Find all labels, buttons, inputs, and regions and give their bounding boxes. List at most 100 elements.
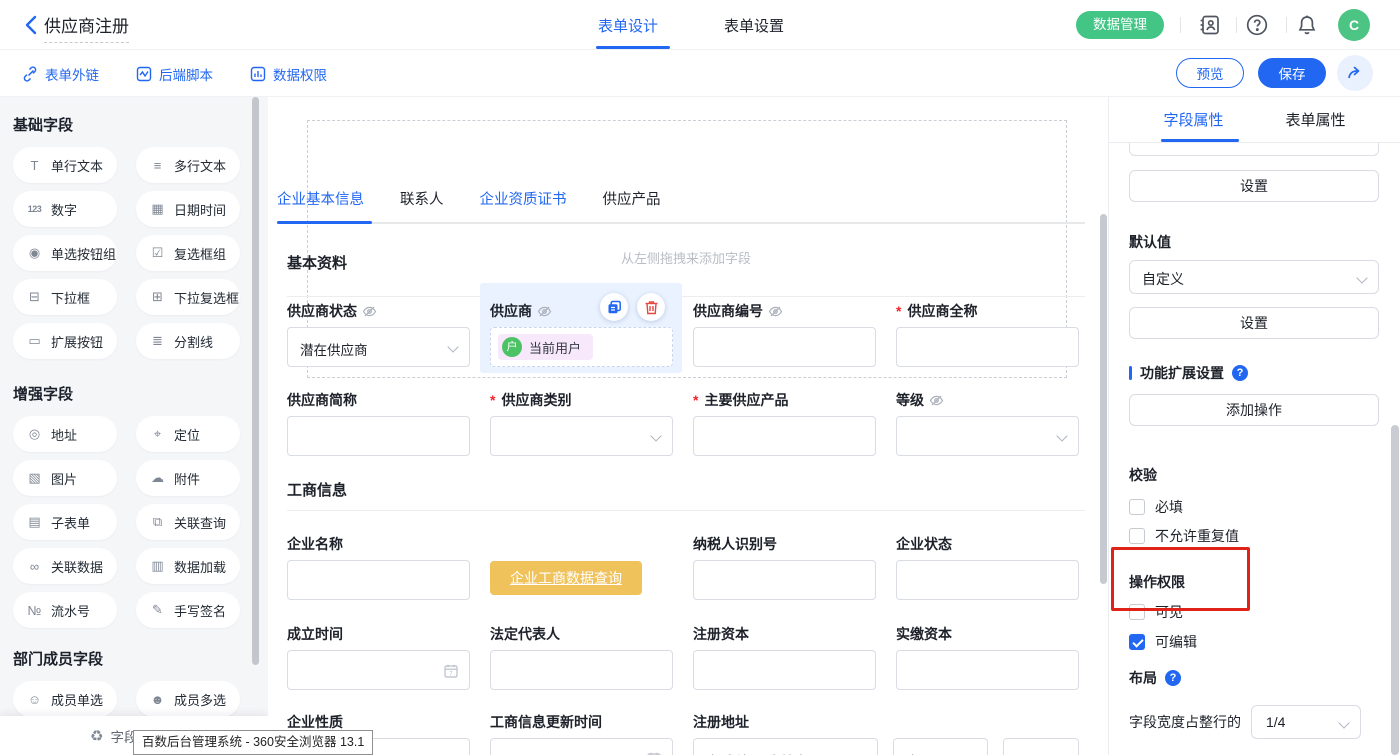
- legal-representative-input[interactable]: [490, 650, 673, 690]
- registered-capital-input[interactable]: [693, 650, 876, 690]
- tab-form-design[interactable]: 表单设计: [598, 15, 658, 36]
- checkbox-icon[interactable]: [1129, 499, 1145, 515]
- field-item-subform[interactable]: ▤子表单: [13, 504, 117, 540]
- field-item-divider[interactable]: ≣分割线: [136, 323, 240, 359]
- field-item-extend-button[interactable]: ▭扩展按钮: [13, 323, 117, 359]
- field-item-locate[interactable]: ⌖定位: [136, 416, 240, 452]
- field-item-address[interactable]: ◎地址: [13, 416, 117, 452]
- sidebar-scrollbar[interactable]: [252, 97, 259, 665]
- form-external-link[interactable]: 表单外链: [22, 64, 99, 84]
- field-item-data-load[interactable]: ▥数据加载: [136, 548, 240, 584]
- company-status-input[interactable]: [896, 560, 1079, 600]
- field-item-checkbox-group[interactable]: ☑复选框组: [136, 235, 240, 271]
- checkbox-visible[interactable]: 可见: [1129, 604, 1379, 620]
- checkbox-checked-icon[interactable]: [1129, 634, 1145, 650]
- save-button[interactable]: 保存: [1258, 58, 1326, 88]
- default-value-select[interactable]: 自定义: [1129, 260, 1379, 294]
- checkbox-icon[interactable]: [1129, 604, 1145, 620]
- supplier-fullname-input[interactable]: [896, 327, 1079, 367]
- field-item-dropdown-multi[interactable]: ⊞下拉复选框: [136, 279, 240, 315]
- field-registered-capital[interactable]: 注册资本: [693, 627, 876, 690]
- help-icon[interactable]: ?: [1232, 365, 1248, 381]
- field-founding-date[interactable]: 成立时间 7: [287, 627, 470, 690]
- field-item-member-multi[interactable]: ☻成员多选: [136, 681, 240, 717]
- field-item-multi-line-text[interactable]: ≡多行文本: [136, 147, 240, 183]
- field-paidin-capital[interactable]: 实缴资本: [896, 627, 1079, 690]
- field-grade[interactable]: 等级: [896, 393, 1079, 456]
- field-supplier-status[interactable]: 供应商状态 潜在供应商: [287, 304, 470, 367]
- paidin-capital-input[interactable]: [896, 650, 1079, 690]
- supplier-code-input[interactable]: [693, 327, 876, 367]
- field-item-attachment[interactable]: ☁附件: [136, 460, 240, 496]
- copy-field-button[interactable]: [600, 293, 628, 321]
- field-item-number[interactable]: 123数字: [13, 191, 117, 227]
- checkbox-required[interactable]: 必填: [1129, 499, 1379, 515]
- preview-button[interactable]: 预览: [1176, 58, 1244, 88]
- tab-form-settings[interactable]: 表单设置: [724, 15, 784, 36]
- add-action-button[interactable]: 添加操作: [1129, 394, 1379, 426]
- bell-icon[interactable]: [1295, 13, 1319, 37]
- field-item-single-line-text[interactable]: T单行文本: [13, 147, 117, 183]
- canvas-tab-qualification[interactable]: 企业资质证书: [480, 188, 567, 209]
- settings-button[interactable]: 设置: [1129, 307, 1379, 339]
- tab-field-properties[interactable]: 字段属性: [1163, 109, 1223, 130]
- supplier-status-select[interactable]: 潜在供应商: [287, 327, 470, 367]
- delete-field-button[interactable]: [637, 293, 665, 321]
- field-item-datetime[interactable]: ▦日期时间: [136, 191, 240, 227]
- company-name-input[interactable]: [287, 560, 470, 600]
- back-icon[interactable]: [20, 13, 44, 37]
- checkbox-icon[interactable]: [1129, 528, 1145, 544]
- help-icon[interactable]: ?: [1165, 670, 1181, 686]
- business-data-query-button[interactable]: 企业工商数据查询: [490, 561, 642, 595]
- field-company-name[interactable]: 企业名称: [287, 537, 470, 600]
- supplier-shortname-input[interactable]: [287, 416, 470, 456]
- supplier-category-select[interactable]: [490, 416, 673, 456]
- canvas-tab-company-info[interactable]: 企业基本信息: [277, 188, 364, 209]
- grade-select[interactable]: [896, 416, 1079, 456]
- field-item-relation-data[interactable]: ∞关联数据: [13, 548, 117, 584]
- data-manage-button[interactable]: 数据管理: [1076, 11, 1164, 39]
- settings-button[interactable]: 设置: [1129, 170, 1379, 202]
- business-info-update-time-input[interactable]: 7: [490, 738, 673, 755]
- field-item-dropdown[interactable]: ⊟下拉框: [13, 279, 117, 315]
- field-registered-address[interactable]: 注册地址 省/自治区/直辖市 市 区/县: [693, 715, 1079, 755]
- canvas-scrollbar[interactable]: [1100, 214, 1107, 584]
- field-supplier-code[interactable]: 供应商编号: [693, 304, 876, 367]
- page-title[interactable]: 供应商注册: [44, 12, 129, 43]
- checkbox-no-duplicate[interactable]: 不允许重复值: [1129, 528, 1379, 544]
- field-supplier-fullname[interactable]: *供应商全称: [896, 304, 1079, 367]
- field-business-data-query[interactable]: 企业工商数据查询: [490, 537, 673, 600]
- canvas-tab-products[interactable]: 供应产品: [603, 188, 661, 209]
- field-business-info-update-time[interactable]: 工商信息更新时间 7: [490, 715, 673, 755]
- field-company-status[interactable]: 企业状态: [896, 537, 1079, 600]
- field-supplier-shortname[interactable]: 供应商简称: [287, 393, 470, 456]
- main-products-input[interactable]: [693, 416, 876, 456]
- tab-form-properties[interactable]: 表单属性: [1286, 109, 1346, 130]
- window-scrollbar[interactable]: [1391, 425, 1399, 755]
- city-select[interactable]: 市: [893, 738, 988, 755]
- field-item-member-single[interactable]: ☺成员单选: [13, 681, 117, 717]
- checkbox-editable[interactable]: 可编辑: [1129, 634, 1379, 650]
- field-item-serial-number[interactable]: №流水号: [13, 592, 117, 628]
- field-supplier-selected[interactable]: 供应商 户 当前用户: [480, 283, 682, 373]
- field-taxpayer-id[interactable]: 纳税人识别号: [693, 537, 876, 600]
- help-icon[interactable]: [1245, 13, 1269, 37]
- field-legal-representative[interactable]: 法定代表人: [490, 627, 673, 690]
- address-book-icon[interactable]: [1198, 13, 1222, 37]
- province-select[interactable]: 省/自治区/直辖市: [693, 738, 878, 755]
- field-item-image[interactable]: ▧图片: [13, 460, 117, 496]
- taxpayer-id-input[interactable]: [693, 560, 876, 600]
- field-width-select[interactable]: 1/4: [1251, 705, 1361, 739]
- share-button[interactable]: [1337, 55, 1373, 91]
- avatar[interactable]: C: [1338, 9, 1370, 41]
- current-user-tag[interactable]: 户 当前用户: [498, 334, 593, 360]
- backend-script-link[interactable]: 后端脚本: [136, 64, 213, 84]
- supplier-tag-input[interactable]: 户 当前用户: [490, 327, 673, 367]
- founding-date-input[interactable]: 7: [287, 650, 470, 690]
- field-item-radio-group[interactable]: ◉单选按钮组: [13, 235, 117, 271]
- data-permission-link[interactable]: 数据权限: [250, 64, 327, 84]
- field-supplier-category[interactable]: *供应商类别: [490, 393, 673, 456]
- district-select[interactable]: 区/县: [1003, 738, 1079, 755]
- canvas-tab-contact[interactable]: 联系人: [400, 188, 444, 209]
- field-item-signature[interactable]: ✎手写签名: [136, 592, 240, 628]
